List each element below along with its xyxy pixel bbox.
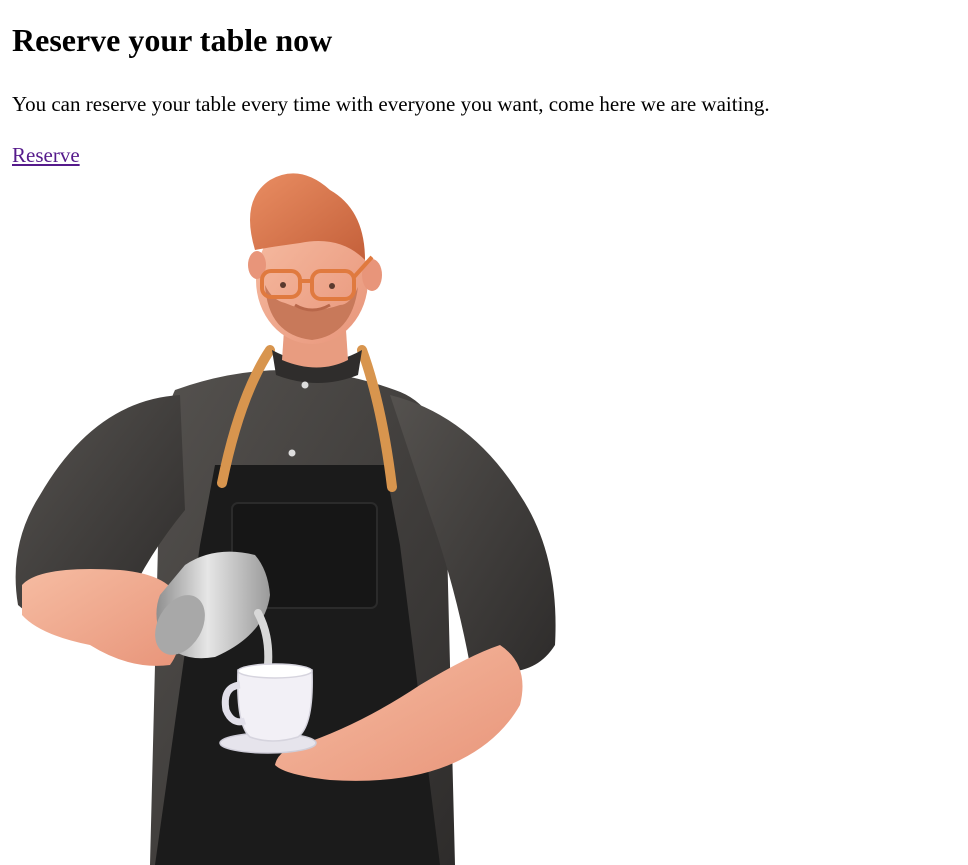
shirt-button xyxy=(288,449,296,457)
shirt-button xyxy=(301,381,309,389)
page-description: You can reserve your table every time wi… xyxy=(12,92,770,116)
page-title: Reserve your table now xyxy=(12,22,333,58)
page: Reserve your table now You can reserve y… xyxy=(0,0,968,865)
barista-illustration xyxy=(0,165,580,865)
